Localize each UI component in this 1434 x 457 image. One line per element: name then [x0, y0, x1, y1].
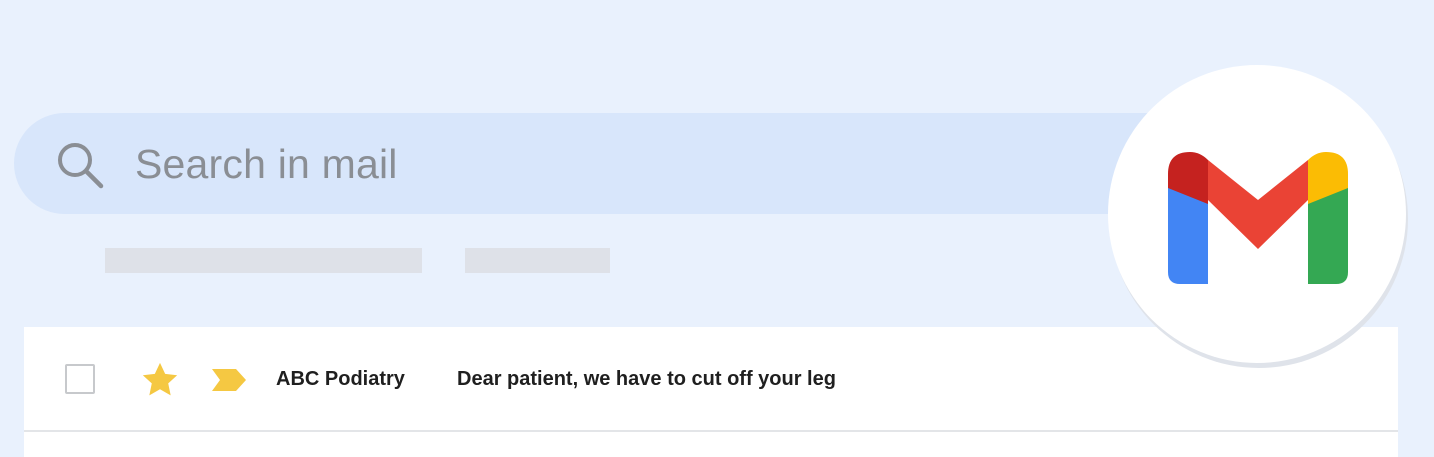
placeholder-chip [465, 248, 610, 273]
select-checkbox[interactable] [65, 364, 95, 394]
search-icon[interactable] [54, 139, 106, 191]
search-input[interactable]: Search in mail [135, 137, 398, 191]
placeholder-chip [105, 248, 422, 273]
important-marker-icon[interactable] [212, 369, 246, 391]
gmail-logo-icon [1168, 152, 1348, 284]
email-subject: Dear patient, we have to cut off your le… [457, 368, 836, 390]
email-sender: ABC Podiatry [276, 368, 405, 390]
star-icon[interactable] [139, 359, 181, 401]
